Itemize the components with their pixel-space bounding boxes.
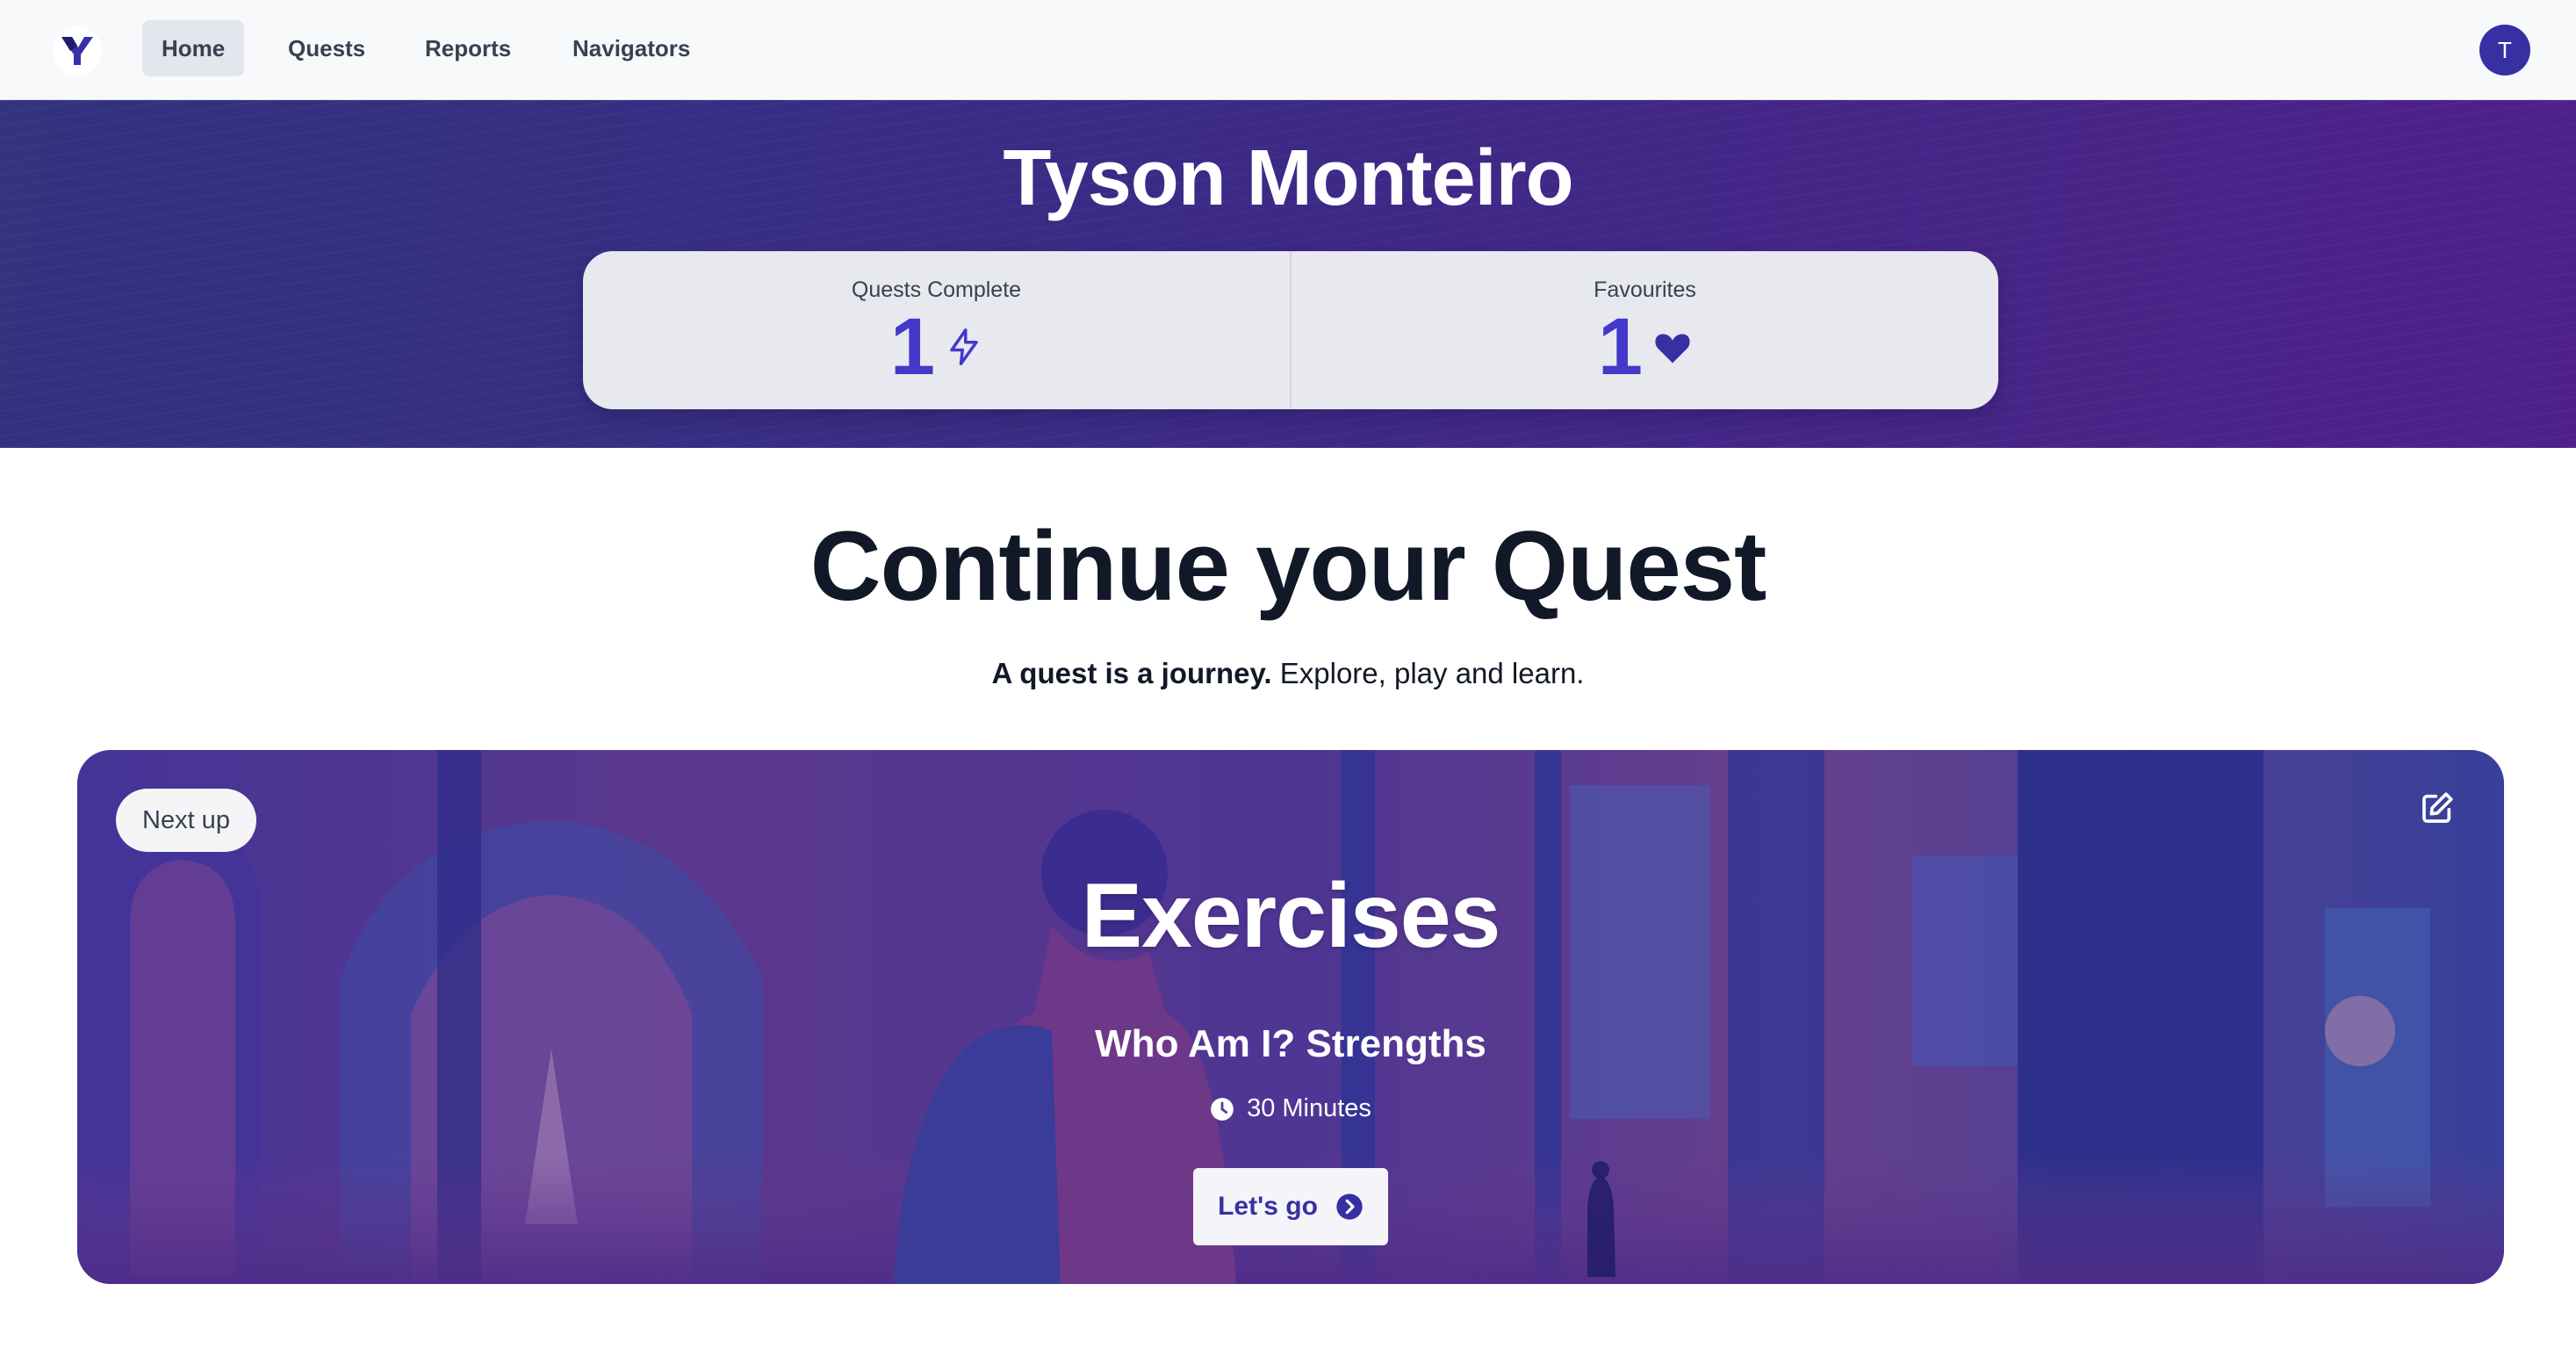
app-logo[interactable] [53, 26, 102, 76]
section-tagline: A quest is a journey. Explore, play and … [0, 657, 2576, 690]
nav-navigators[interactable]: Navigators [553, 20, 709, 76]
nav-quests[interactable]: Quests [269, 20, 385, 76]
tagline-rest: Explore, play and learn. [1271, 657, 1585, 689]
quest-duration: 30 Minutes [77, 1094, 2504, 1123]
quest-category: Exercises [1081, 865, 1501, 967]
clock-icon [1210, 1097, 1234, 1122]
stat-label: Favourites [1594, 278, 1696, 302]
stat-label: Quests Complete [851, 278, 1022, 302]
profile-name: Tyson Monteiro [1003, 134, 1573, 222]
next-quest-card[interactable]: Next up Exercises Who Am I? Strengths 30… [77, 750, 2504, 1284]
next-up-badge: Next up [116, 789, 256, 852]
profile-hero: Tyson Monteiro Quests Complete 1 Favouri… [0, 100, 2576, 448]
top-nav: Home Quests Reports Navigators T [0, 0, 2576, 100]
stat-quests-complete: Quests Complete 1 [583, 251, 1290, 409]
edit-icon [2422, 792, 2453, 823]
duration-text: 30 Minutes [1247, 1094, 1371, 1122]
quest-title: Who Am I? Strengths [1095, 1022, 1486, 1065]
chevron-right-circle-icon [1335, 1193, 1364, 1221]
edit-button[interactable] [2413, 783, 2462, 833]
stats-card: Quests Complete 1 Favourites 1 [583, 251, 1998, 409]
stat-value: 1 [889, 302, 936, 392]
lets-go-label: Let's go [1218, 1192, 1318, 1221]
section-title: Continue your Quest [809, 511, 1767, 621]
user-avatar[interactable]: T [2479, 25, 2530, 76]
lets-go-button[interactable]: Let's go [1193, 1168, 1388, 1245]
lightning-icon [946, 327, 982, 367]
logo-mark-icon [61, 37, 93, 65]
nav-home[interactable]: Home [142, 20, 245, 76]
stat-favourites: Favourites 1 [1290, 251, 1998, 409]
tagline-bold: A quest is a journey. [991, 657, 1272, 689]
nav-reports[interactable]: Reports [406, 20, 530, 76]
stat-value: 1 [1597, 302, 1644, 392]
heart-icon [1653, 328, 1692, 365]
